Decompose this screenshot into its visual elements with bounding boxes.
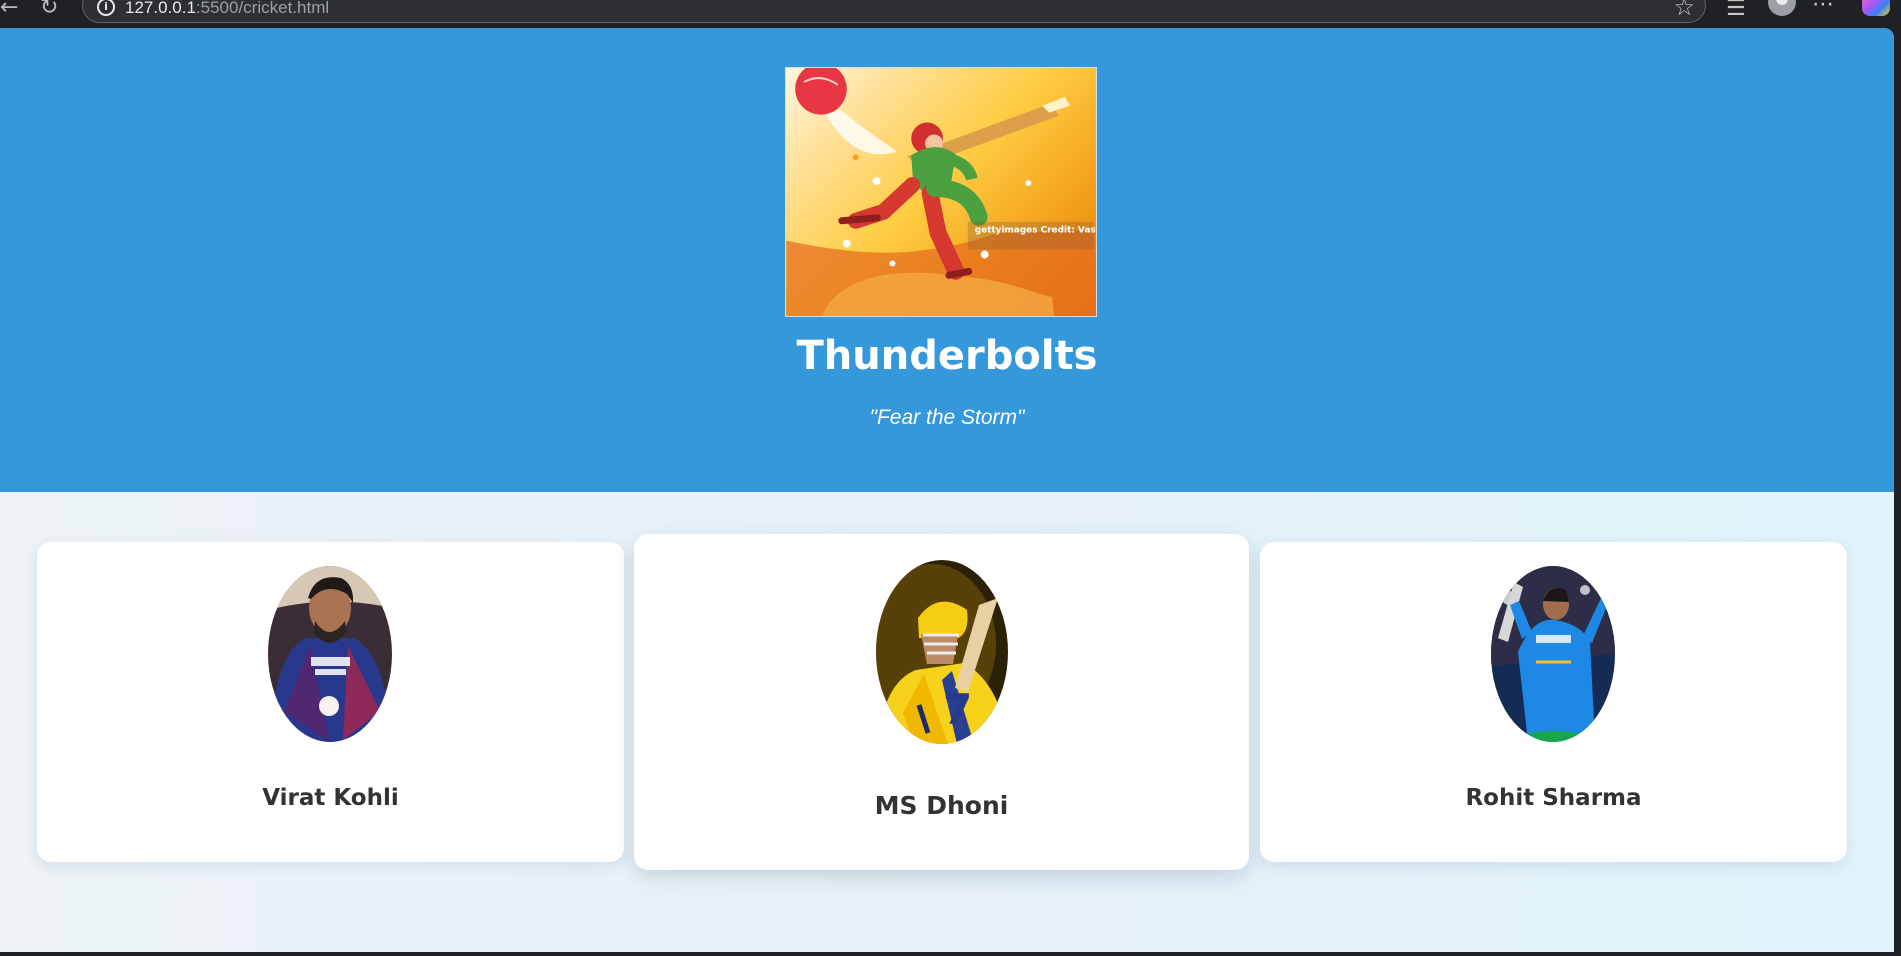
reload-icon[interactable]: ↻ <box>40 0 58 19</box>
web-page: gettyimages Credit: Vasilchenko Thunderb… <box>0 28 1894 952</box>
cricket-batsman-illustration: gettyimages Credit: Vasilchenko <box>786 68 1096 316</box>
player-name: MS Dhoni <box>874 791 1009 820</box>
team-name: Thunderbolts <box>796 333 1098 379</box>
logo-credit: gettyimages Credit: Vasilchenko <box>975 226 1096 236</box>
player-name: Rohit Sharma <box>1465 785 1642 811</box>
player-avatar <box>1491 566 1615 742</box>
ms-dhoni-photo: 7 <box>876 560 1008 744</box>
rohit-sharma-photo <box>1491 566 1615 742</box>
svg-text:7: 7 <box>943 685 972 734</box>
player-card-virat-kohli: Virat Kohli <box>37 542 624 862</box>
team-logo: gettyimages Credit: Vasilchenko <box>785 67 1097 317</box>
info-icon[interactable]: i <box>97 0 115 16</box>
player-name: Virat Kohli <box>262 785 399 811</box>
more-options-icon[interactable]: ⋯ <box>1812 0 1835 17</box>
team-motto: "Fear the Storm" <box>869 406 1025 429</box>
star-icon[interactable]: ☆ <box>1673 0 1695 21</box>
copilot-icon[interactable] <box>1862 0 1890 16</box>
url-path: :5500/cricket.html <box>195 0 330 17</box>
player-avatar <box>268 566 392 742</box>
player-avatar: 7 <box>876 560 1008 744</box>
url-host: 127.0.0.1 <box>125 0 196 17</box>
player-cards-section: Virat Kohli 7 MS Dhoni Rohit Sharma <box>0 492 1894 952</box>
favorites-icon[interactable]: ☰ <box>1726 0 1746 21</box>
player-card-ms-dhoni: 7 MS Dhoni <box>634 534 1249 870</box>
back-arrow-icon[interactable]: ← <box>0 0 18 19</box>
player-card-rohit-sharma: Rohit Sharma <box>1260 542 1847 862</box>
url-text[interactable]: 127.0.0.1:5500/cricket.html <box>125 0 329 18</box>
address-bar[interactable]: i 127.0.0.1:5500/cricket.html ☆ <box>82 0 1706 23</box>
virat-kohli-photo <box>268 566 392 742</box>
browser-toolbar: ← ↻ i 127.0.0.1:5500/cricket.html ☆ ☰ ⋯ <box>0 0 1901 28</box>
profile-icon[interactable] <box>1768 0 1796 16</box>
team-header: gettyimages Credit: Vasilchenko Thunderb… <box>0 28 1894 492</box>
